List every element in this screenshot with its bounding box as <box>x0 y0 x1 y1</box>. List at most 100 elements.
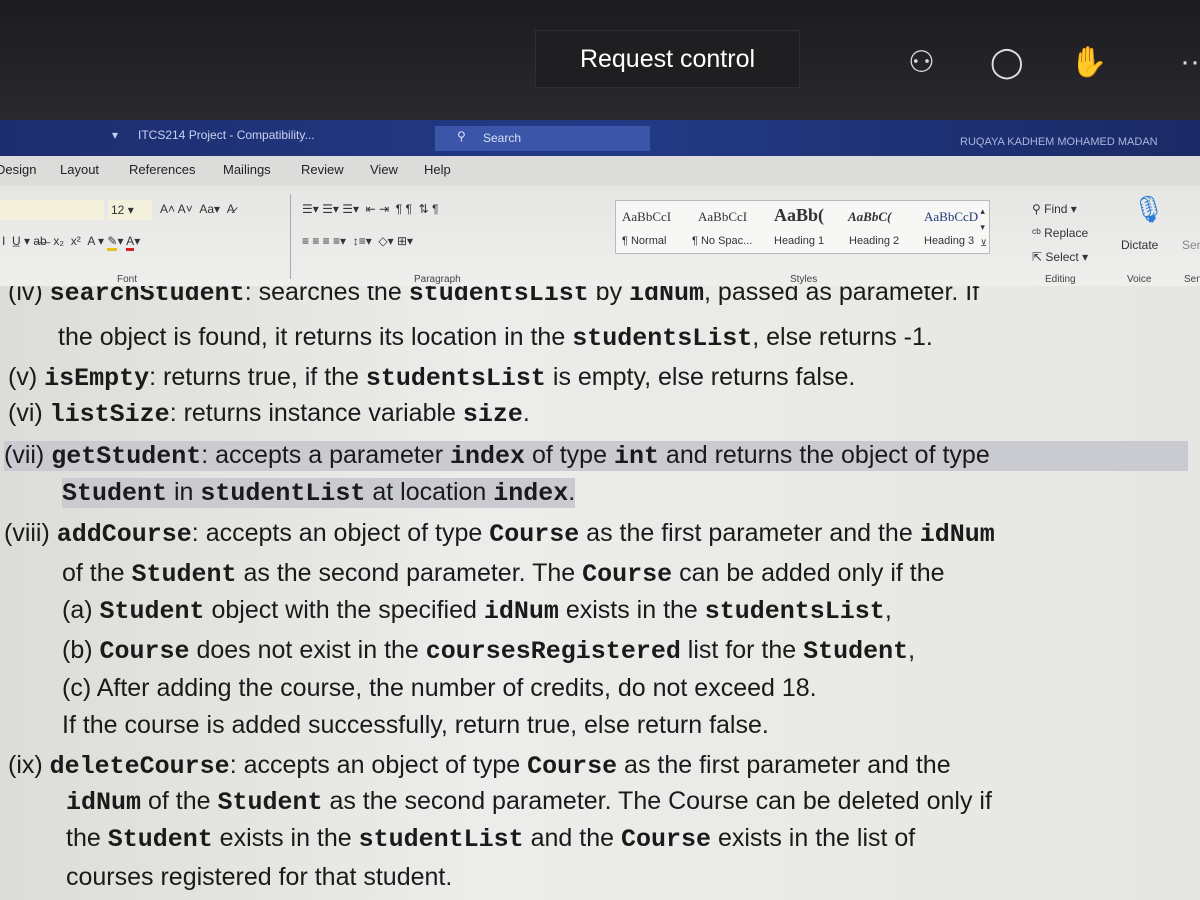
text-segment: of the <box>62 559 132 587</box>
microphone-icon[interactable]: 🎙 <box>1132 194 1165 225</box>
code-identifier: studentList <box>200 479 366 508</box>
document-title[interactable]: ITCS214 Project - Compatibility... <box>138 128 315 142</box>
text-segment: (iv) <box>8 286 50 306</box>
styles-scroll[interactable]: ▴ ▾ ⊻ <box>980 203 987 251</box>
text-segment: as the second parameter. The Course can … <box>322 787 992 815</box>
group-font: Font <box>117 274 138 285</box>
code-identifier: searchStudent <box>49 286 245 308</box>
text-segment: : accepts an object of type <box>229 751 528 779</box>
text-segment: , else returns -1. <box>752 323 933 351</box>
document-line: (vi) listSize: returns instance variable… <box>8 399 530 429</box>
text-segment: (vii) <box>4 441 52 469</box>
quick-access-dropdown-icon[interactable]: ▾ <box>112 128 118 142</box>
style-heading-1[interactable]: Heading 1 <box>774 235 824 247</box>
find-button[interactable]: ⚲ Find ▾ <box>1032 202 1077 216</box>
style-h3-sample[interactable]: AaBbCcD <box>924 209 978 225</box>
text-segment: as the first parameter and the <box>579 519 920 547</box>
style-no-spacing[interactable]: ¶ No Spac... <box>692 235 752 247</box>
code-identifier: idNum <box>629 286 705 308</box>
document-line: of the Student as the second parameter. … <box>62 559 945 589</box>
tab-design[interactable]: Design <box>0 162 36 177</box>
group-voice: Voice <box>1127 274 1152 285</box>
text-segment: is empty, else returns false. <box>545 363 856 391</box>
text-segment: , <box>884 596 892 624</box>
tab-view[interactable]: View <box>370 162 398 177</box>
participants-icon[interactable]: ⚇ <box>908 45 935 80</box>
document-line: courses registered for that student. <box>66 863 452 892</box>
list-buttons[interactable]: ☰▾ ☰▾ ☰▾ ⇤ ⇥ ¶ ¶ ⇅ ¶ <box>302 202 439 216</box>
alignment-buttons[interactable]: ≡ ≡ ≡ ≡▾ ↕≡▾ ◇▾ ⊞▾ <box>302 234 413 248</box>
search-box[interactable]: ⚲ Search <box>435 126 650 151</box>
style-nospacing-sample[interactable]: AaBbCcI <box>698 209 747 225</box>
style-h1-sample[interactable]: AaBb( <box>774 205 824 226</box>
code-identifier: coursesRegistered <box>425 637 681 666</box>
document-body[interactable]: (iv) searchStudent: searches the student… <box>0 286 1200 900</box>
tab-layout[interactable]: Layout <box>60 162 99 177</box>
sensitivity-button[interactable]: Sen <box>1182 238 1200 252</box>
style-normal-sample[interactable]: AaBbCcI <box>622 209 671 225</box>
text-segment: courses registered for that student. <box>66 863 453 891</box>
code-identifier: Course <box>99 637 190 666</box>
code-identifier: deleteCourse <box>49 752 230 781</box>
tab-review[interactable]: Review <box>301 162 344 177</box>
group-paragraph: Paragraph <box>414 274 461 285</box>
text-segment: exists in the <box>558 596 705 624</box>
code-identifier: Course <box>582 560 673 589</box>
code-identifier: Course <box>489 520 580 549</box>
style-h2-sample[interactable]: AaBbC( <box>848 209 891 225</box>
select-button[interactable]: ⇱ Select ▾ <box>1032 250 1088 264</box>
code-identifier: studentsList <box>365 364 546 393</box>
text-segment: exists in the <box>212 824 359 852</box>
meeting-bar: Request control ⚇ ◯ ✋ ·· <box>0 0 1200 120</box>
dictate-button[interactable]: Dictate <box>1121 238 1158 252</box>
replace-button[interactable]: ᶜᵇ Replace <box>1032 226 1088 240</box>
document-line: (a) Student object with the specified id… <box>62 596 892 626</box>
text-segment: can be added only if the <box>672 559 945 587</box>
text-segment: by <box>588 286 630 306</box>
document-line: Student in studentList at location index… <box>62 478 576 508</box>
style-normal[interactable]: ¶ Normal <box>622 235 666 247</box>
font-format-buttons[interactable]: A˄ A˅ Aa▾ A̷ <box>160 202 235 216</box>
text-format-buttons[interactable]: I U̲ ▾ a̶b̶ x₂ x² A ▾ ✎▾ A▾ <box>2 234 140 251</box>
reactions-icon[interactable]: ✋ <box>1070 45 1107 80</box>
group-styles: Styles <box>790 274 818 285</box>
text-segment: as the first parameter and the <box>617 751 951 779</box>
tab-references[interactable]: References <box>129 162 195 177</box>
text-segment: (c) After adding the course, the number … <box>62 674 817 702</box>
text-segment: If the course is added successfully, ret… <box>62 711 769 739</box>
font-size-box[interactable]: 12 ▾ <box>108 200 152 220</box>
text-segment: , passed as parameter. If <box>704 286 980 306</box>
code-identifier: Student <box>62 479 168 508</box>
group-sensitivity: Sen <box>1184 274 1200 285</box>
document-line: (b) Course does not exist in the courses… <box>62 636 915 666</box>
code-identifier: Course <box>527 752 618 781</box>
document-line: If the course is added successfully, ret… <box>62 711 769 740</box>
search-placeholder: Search <box>483 131 522 145</box>
tab-help[interactable]: Help <box>424 162 451 177</box>
code-identifier: Student <box>131 560 237 589</box>
text-segment: of type <box>525 441 614 469</box>
tab-mailings[interactable]: Mailings <box>223 162 271 177</box>
user-name[interactable]: RUQAYA KADHEM MOHAMED MADAN <box>960 136 1158 148</box>
code-identifier: idNum <box>66 788 142 817</box>
document-line: the Student exists in the studentList an… <box>66 824 915 854</box>
request-control-button[interactable]: Request control <box>535 30 800 88</box>
chat-icon[interactable]: ◯ <box>990 45 1024 80</box>
style-heading-3[interactable]: Heading 3 <box>924 235 974 247</box>
divider <box>290 194 291 279</box>
text-segment: the <box>66 824 108 852</box>
text-segment: (v) <box>8 363 45 391</box>
text-segment: (a) <box>62 596 100 624</box>
document-line: (viii) addCourse: accepts an object of t… <box>4 519 995 549</box>
code-identifier: addCourse <box>56 520 192 549</box>
styles-gallery: AaBbCcI ¶ Normal AaBbCcI ¶ No Spac... Aa… <box>615 200 990 254</box>
text-segment: (viii) <box>4 519 57 547</box>
font-name-box[interactable] <box>0 200 104 220</box>
title-bar: ▾ ITCS214 Project - Compatibility... ⚲ S… <box>0 120 1200 156</box>
more-icon[interactable]: ·· <box>1180 45 1200 79</box>
text-segment: : returns instance variable <box>169 399 463 427</box>
style-heading-2[interactable]: Heading 2 <box>849 235 899 247</box>
code-identifier: getStudent <box>51 442 202 471</box>
ribbon-tabs: Design Layout References Mailings Review… <box>0 156 1200 186</box>
code-identifier: studentsList <box>408 286 589 308</box>
